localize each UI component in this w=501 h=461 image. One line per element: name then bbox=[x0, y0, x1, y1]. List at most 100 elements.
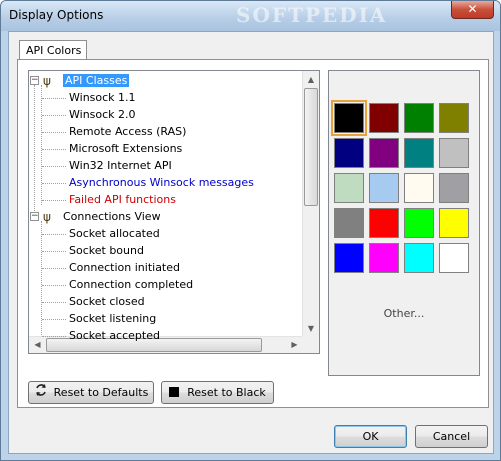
color-swatch[interactable] bbox=[439, 103, 469, 133]
tree-connector bbox=[42, 234, 66, 235]
tree-vertical-scrollbar[interactable]: ▲ ▼ bbox=[302, 71, 319, 337]
tree-connector bbox=[42, 336, 66, 337]
api-class-tree[interactable]: ▲ ▼ ◀ ▶ − ψ API Classes Winsock 1.1 Winsock … bbox=[28, 70, 320, 354]
tree-connector bbox=[42, 319, 66, 320]
tree-item[interactable]: Socket bound bbox=[69, 243, 144, 259]
tree-item[interactable]: Connection completed bbox=[69, 277, 193, 293]
tree-connector bbox=[42, 268, 66, 269]
scroll-left-arrow-icon[interactable]: ◀ bbox=[29, 337, 46, 353]
tab-label: API Colors bbox=[26, 44, 82, 57]
ok-label: OK bbox=[362, 430, 379, 443]
tree-item-label: Remote Access (RAS) bbox=[69, 125, 187, 138]
tree-connector bbox=[41, 221, 42, 353]
tree-item[interactable]: Remote Access (RAS) bbox=[69, 124, 186, 140]
tree-item[interactable]: Asynchronous Winsock messages bbox=[69, 175, 254, 191]
color-swatch[interactable] bbox=[331, 100, 367, 136]
color-swatch[interactable] bbox=[369, 243, 399, 273]
tree-item-label: Winsock 2.0 bbox=[69, 108, 136, 121]
color-swatch[interactable] bbox=[404, 243, 434, 273]
black-square-icon bbox=[169, 387, 180, 397]
tree-item-label: Connections View bbox=[63, 210, 161, 223]
tree-item-label: Socket allocated bbox=[69, 227, 160, 240]
color-swatch[interactable] bbox=[439, 243, 469, 273]
color-palette: Other... bbox=[328, 70, 480, 376]
api-colors-panel: ▲ ▼ ◀ ▶ − ψ API Classes Winsock 1.1 Winsock … bbox=[17, 59, 489, 408]
tree-item[interactable]: Win32 Internet API bbox=[69, 158, 172, 174]
color-swatch[interactable] bbox=[369, 103, 399, 133]
tree-connector bbox=[42, 251, 66, 252]
collapse-icon[interactable]: − bbox=[30, 212, 39, 221]
color-swatch[interactable] bbox=[404, 103, 434, 133]
tree-item[interactable]: API Classes bbox=[63, 73, 130, 89]
color-swatch[interactable] bbox=[369, 173, 399, 203]
tree-item-label: Socket bound bbox=[69, 244, 144, 257]
tree-item-label: Microsoft Extensions bbox=[69, 142, 183, 155]
tree-item-label: Asynchronous Winsock messages bbox=[69, 176, 254, 189]
tree-item-label: Socket accepted bbox=[69, 329, 160, 342]
tree-item-label: Connection completed bbox=[69, 278, 194, 291]
tree-item[interactable]: Winsock 2.0 bbox=[69, 107, 136, 123]
color-swatch[interactable] bbox=[439, 173, 469, 203]
title-bar[interactable]: Display Options SOFTPEDIA ✕ bbox=[1, 1, 500, 31]
tree-item[interactable]: Socket listening bbox=[69, 311, 156, 327]
color-swatch[interactable] bbox=[404, 138, 434, 168]
tree-item-label: Failed API functions bbox=[69, 193, 176, 206]
watermark: SOFTPEDIA bbox=[236, 3, 388, 27]
scroll-right-arrow-icon[interactable]: ▶ bbox=[286, 337, 303, 353]
tree-connector bbox=[42, 98, 66, 99]
cancel-label: Cancel bbox=[432, 430, 471, 443]
tab-api-colors[interactable]: API Colors bbox=[19, 40, 87, 60]
color-swatch[interactable] bbox=[334, 173, 364, 203]
tuning-fork-icon: ψ bbox=[43, 210, 51, 224]
window-title: Display Options bbox=[9, 8, 104, 22]
scrollbar-corner bbox=[302, 336, 319, 353]
ok-button[interactable]: OK bbox=[334, 425, 407, 448]
color-swatch[interactable] bbox=[334, 208, 364, 238]
tree-connector bbox=[42, 200, 66, 201]
tree-item[interactable]: Socket closed bbox=[69, 294, 145, 310]
dialog-client-area: API Colors ▲ ▼ ◀ ▶ − ψ API Classes Winsock … bbox=[8, 31, 494, 454]
tuning-fork-icon: ψ bbox=[43, 74, 51, 88]
tree-connector bbox=[42, 149, 66, 150]
collapse-icon[interactable]: − bbox=[30, 76, 39, 85]
cancel-button[interactable]: Cancel bbox=[415, 425, 488, 448]
tree-connector bbox=[41, 85, 42, 205]
tree-connector bbox=[42, 285, 66, 286]
tree-item-label: Connection initiated bbox=[69, 261, 180, 274]
vertical-scroll-thumb[interactable] bbox=[304, 88, 318, 206]
tree-item[interactable]: Connection initiated bbox=[69, 260, 180, 276]
reset-to-defaults-button[interactable]: Reset to Defaults bbox=[28, 381, 154, 404]
color-swatch[interactable] bbox=[404, 208, 434, 238]
refresh-icon bbox=[34, 383, 48, 404]
color-swatch[interactable] bbox=[369, 208, 399, 238]
color-swatch[interactable] bbox=[404, 173, 434, 203]
tree-connector bbox=[42, 302, 66, 303]
other-color-button[interactable]: Other... bbox=[329, 304, 479, 324]
scroll-up-arrow-icon[interactable]: ▲ bbox=[303, 71, 319, 88]
tree-connector bbox=[34, 85, 35, 221]
color-swatch[interactable] bbox=[439, 138, 469, 168]
tree-connector bbox=[42, 166, 66, 167]
color-swatch[interactable] bbox=[334, 138, 364, 168]
reset-to-black-button[interactable]: Reset to Black bbox=[161, 381, 274, 404]
tree-connector bbox=[42, 115, 66, 116]
tree-item[interactable]: Winsock 1.1 bbox=[69, 90, 136, 106]
color-swatch[interactable] bbox=[369, 138, 399, 168]
tree-item-label: Winsock 1.1 bbox=[69, 91, 136, 104]
close-icon: ✕ bbox=[467, 2, 478, 16]
tree-item-label: Socket closed bbox=[69, 295, 145, 308]
tree-item[interactable]: Connections View bbox=[63, 209, 161, 225]
display-options-window: Display Options SOFTPEDIA ✕ API Colors ▲… bbox=[0, 0, 501, 461]
reset-to-defaults-label: Reset to Defaults bbox=[53, 386, 149, 399]
tree-item[interactable]: Microsoft Extensions bbox=[69, 141, 182, 157]
close-button[interactable]: ✕ bbox=[451, 1, 494, 19]
tree-item[interactable]: Socket allocated bbox=[69, 226, 160, 242]
color-swatch[interactable] bbox=[439, 208, 469, 238]
tree-item-label: Socket listening bbox=[69, 312, 157, 325]
reset-to-black-label: Reset to Black bbox=[187, 386, 266, 399]
color-swatch[interactable] bbox=[334, 243, 364, 273]
scroll-down-arrow-icon[interactable]: ▼ bbox=[303, 320, 319, 337]
tree-item[interactable]: Socket accepted bbox=[69, 328, 160, 344]
tree-item[interactable]: Failed API functions bbox=[69, 192, 176, 208]
tree-connector bbox=[42, 183, 66, 184]
